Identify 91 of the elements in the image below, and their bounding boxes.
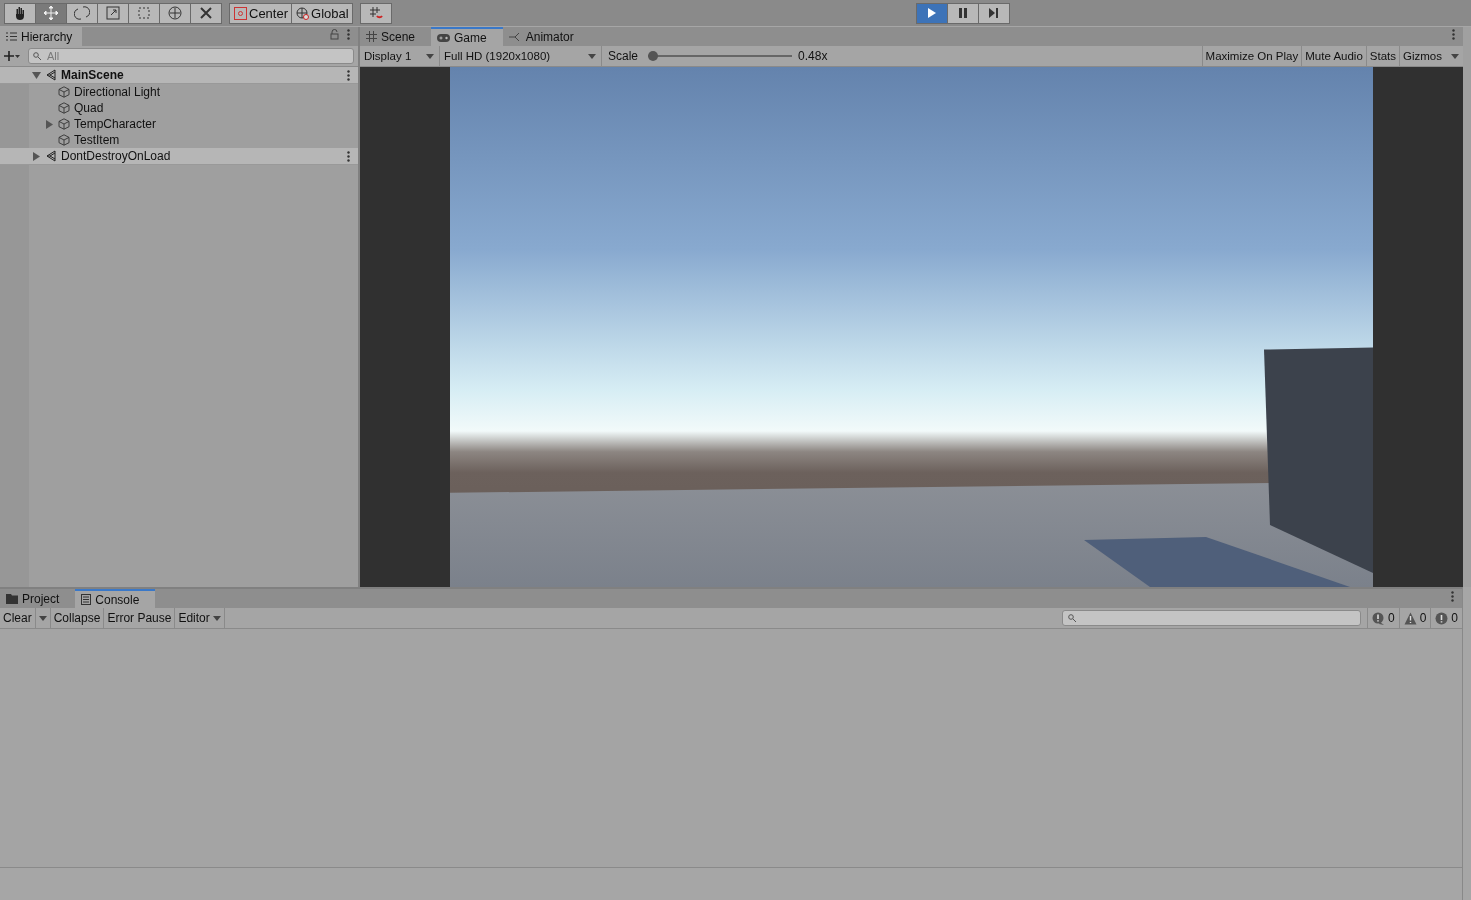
game-view-toggle[interactable]: Maximize On Play — [1201, 46, 1302, 66]
space-toggle-button[interactable]: Global — [291, 2, 353, 24]
slider-thumb[interactable] — [648, 51, 659, 61]
console-toolbar-button[interactable]: Clear — [0, 608, 36, 628]
log-count-toggle[interactable]: 0 — [1366, 608, 1399, 628]
list-icon — [6, 32, 17, 41]
rect-icon — [136, 5, 152, 21]
game-object-row[interactable]: TestItem — [0, 132, 358, 148]
add-dropdown-icon[interactable] — [4, 50, 20, 62]
cube-icon — [58, 86, 70, 98]
game-object-row[interactable]: Quad — [0, 100, 358, 116]
more-icon[interactable] — [1451, 591, 1454, 602]
unity-scene-icon — [45, 69, 57, 81]
foldout-arrow-icon[interactable] — [32, 70, 41, 80]
game-object-row[interactable]: Directional Light — [0, 84, 358, 100]
cube-icon — [58, 102, 70, 114]
warning-count-toggle[interactable]: 0 — [1398, 608, 1431, 628]
scene-name: MainScene — [61, 68, 124, 82]
game-object-name: TempCharacter — [74, 117, 157, 131]
hand-tool-button[interactable] — [4, 2, 36, 24]
info-bubble-icon — [1371, 611, 1385, 625]
more-icon[interactable] — [1452, 29, 1455, 40]
console-tab[interactable]: Console — [75, 589, 156, 608]
gamepad-icon — [437, 33, 451, 42]
rotate-tool-button[interactable] — [66, 2, 98, 24]
game-object-row[interactable]: TempCharacter — [0, 116, 358, 132]
more-icon[interactable] — [347, 150, 350, 162]
console-search-field[interactable] — [1061, 610, 1361, 626]
grid-snap-icon — [368, 6, 383, 20]
transform-tool-button[interactable] — [159, 2, 191, 24]
move-arrows-icon — [43, 5, 59, 21]
scale-value: 0.48x — [798, 49, 828, 63]
play-icon — [927, 8, 938, 18]
snap-button[interactable] — [359, 2, 392, 24]
globe-icon — [296, 6, 310, 20]
game-view-toggle[interactable]: Mute Audio — [1301, 46, 1366, 66]
scene-row[interactable]: MainScene — [0, 67, 358, 84]
rotate-icon — [74, 5, 90, 21]
hierarchy-tab[interactable]: Hierarchy — [0, 27, 83, 46]
custom-tool-button[interactable] — [190, 2, 222, 24]
animator-tab[interactable]: Animator — [502, 27, 590, 46]
pause-button[interactable] — [947, 2, 980, 24]
resolution-dropdown[interactable]: Full HD (1920x1080) — [440, 46, 602, 66]
tools-icon — [198, 5, 214, 21]
step-button[interactable] — [978, 2, 1011, 24]
scale-icon — [105, 5, 121, 21]
dropdown-arrow-icon[interactable] — [1451, 53, 1459, 59]
dropdown-arrow-icon — [426, 53, 434, 59]
game-tab[interactable]: Game — [431, 27, 503, 46]
game-view-toggle[interactable]: Stats — [1365, 46, 1399, 66]
scene-name: DontDestroyOnLoad — [61, 149, 171, 163]
cube-icon — [58, 134, 70, 146]
more-icon[interactable] — [347, 29, 350, 40]
transform-icon — [167, 5, 183, 21]
pivot-icon — [234, 6, 247, 20]
console-toolbar-button[interactable]: Editor — [175, 608, 225, 628]
search-icon — [1067, 614, 1077, 622]
scene-tab[interactable]: Scene — [360, 27, 432, 46]
error-count-toggle[interactable]: 0 — [1430, 608, 1462, 628]
error-icon — [1435, 611, 1449, 625]
game-object-name: Directional Light — [74, 85, 161, 99]
game-object-name: TestItem — [74, 133, 120, 147]
step-icon — [989, 8, 1000, 18]
scale-label: Scale — [608, 49, 639, 63]
warning-icon — [1403, 611, 1417, 625]
folder-icon — [6, 593, 18, 604]
game-view-toggle[interactable]: Gizmos — [1399, 46, 1445, 66]
cube-icon — [58, 118, 70, 130]
foldout-arrow-icon[interactable] — [45, 119, 54, 129]
project-tab[interactable]: Project — [0, 589, 76, 608]
scene-row[interactable]: DontDestroyOnLoad — [0, 148, 358, 165]
search-field[interactable]: All — [28, 48, 354, 64]
game-object-name: Quad — [74, 101, 104, 115]
lock-icon[interactable] — [330, 29, 339, 40]
console-toolbar-button[interactable]: Collapse — [50, 608, 105, 628]
branch-icon — [508, 31, 522, 42]
more-icon[interactable] — [347, 69, 350, 81]
display-dropdown[interactable]: Display 1 — [360, 46, 440, 66]
rect-tool-button[interactable] — [128, 2, 160, 24]
scale-tool-button[interactable] — [97, 2, 129, 24]
pause-icon — [958, 8, 969, 18]
hash-icon — [366, 31, 377, 42]
search-icon — [33, 52, 42, 60]
foldout-arrow-icon[interactable] — [32, 151, 41, 161]
console-toolbar-button[interactable]: Error Pause — [104, 608, 176, 628]
console-icon — [81, 594, 92, 605]
unity-scene-icon — [45, 150, 57, 162]
pivot-toggle-button[interactable]: Center — [229, 2, 293, 24]
move-tool-button[interactable] — [35, 2, 67, 24]
dropdown-arrow-icon — [588, 53, 596, 59]
play-button[interactable] — [916, 2, 949, 24]
